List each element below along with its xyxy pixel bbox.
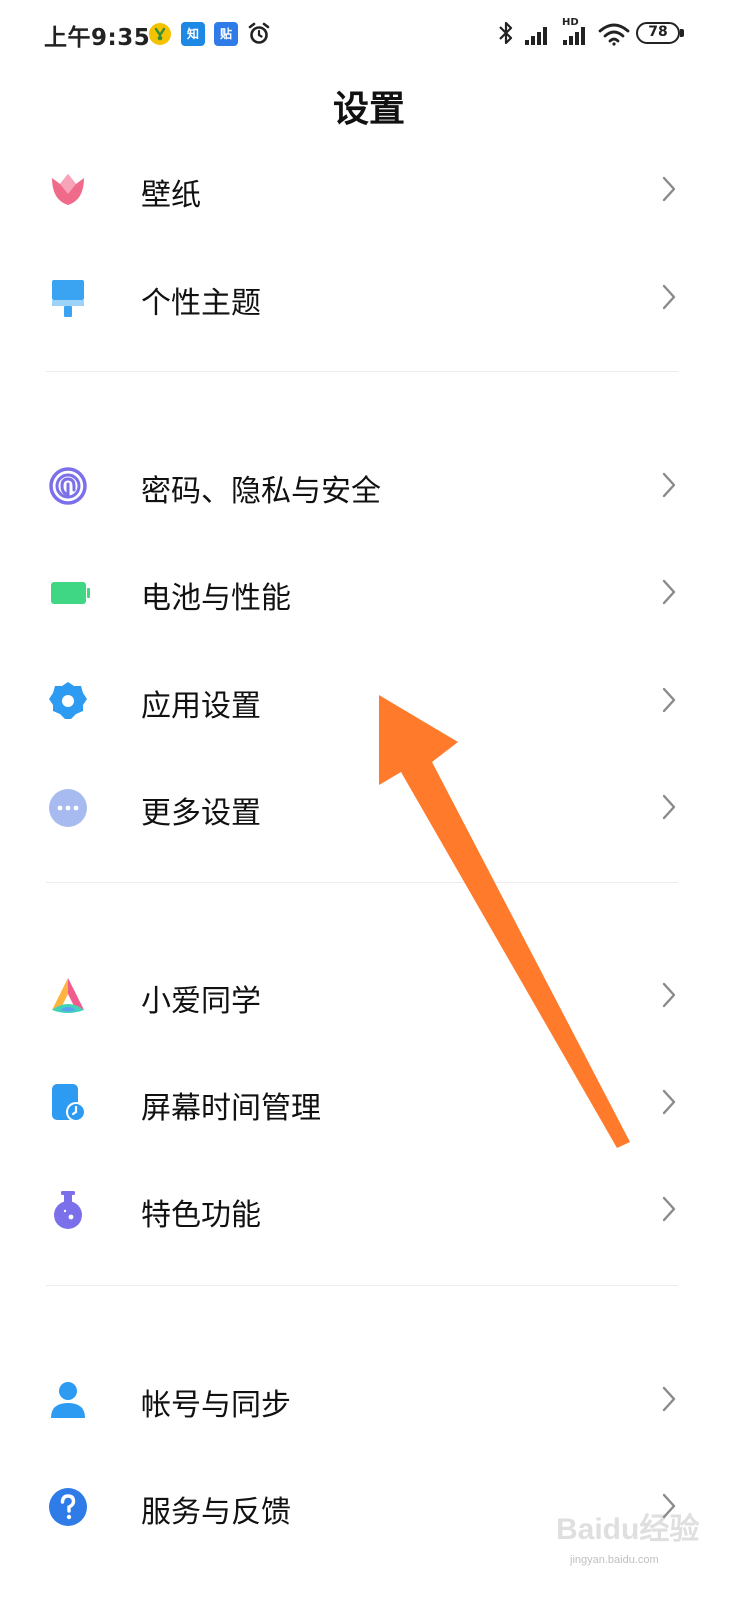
settings-item-xiaoai[interactable]: 小爱同学 <box>0 944 738 1044</box>
battery-cap <box>680 29 684 37</box>
settings-item-label: 更多设置 <box>141 796 261 831</box>
settings-item-label: 壁纸 <box>141 178 201 213</box>
music-icon <box>149 23 171 45</box>
settings-item-more-settings[interactable]: 更多设置 <box>0 756 738 856</box>
watermark-subtext: jingyan.baidu.com <box>570 1554 659 1566</box>
chevron-right-icon <box>662 284 676 310</box>
battery-indicator: 78 <box>636 22 680 44</box>
status-bar: 上午9:35 知 贴 HD 78 <box>0 0 738 70</box>
settings-item-label: 小爱同学 <box>141 984 261 1019</box>
settings-item-wallpaper[interactable]: 壁纸 <box>0 138 738 238</box>
settings-item-label: 帐号与同步 <box>141 1388 291 1423</box>
section-divider <box>46 1285 678 1286</box>
bluetooth-icon <box>499 21 513 45</box>
chevron-right-icon <box>662 794 676 820</box>
account-icon <box>51 1382 85 1418</box>
battery-icon <box>51 582 90 604</box>
settings-item-label: 电池与性能 <box>141 581 291 616</box>
watermark-text: Baidu经验 <box>556 1513 700 1546</box>
settings-item-label: 密码、隐私与安全 <box>141 474 381 509</box>
settings-item-privacy-security[interactable]: 密码、隐私与安全 <box>0 434 738 534</box>
settings-item-screen-time[interactable]: 屏幕时间管理 <box>0 1051 738 1151</box>
signal-strength-icon <box>525 27 547 45</box>
chevron-right-icon <box>662 472 676 498</box>
settings-item-account-sync[interactable]: 帐号与同步 <box>0 1348 738 1448</box>
settings-item-battery[interactable]: 电池与性能 <box>0 541 738 641</box>
status-time: 上午9:35 <box>44 25 151 51</box>
zhihu-icon: 知 <box>181 22 205 46</box>
section-divider <box>46 371 678 372</box>
fingerprint-icon <box>49 467 87 505</box>
chevron-right-icon <box>662 1196 676 1222</box>
wifi-icon <box>598 23 630 46</box>
baidu-watermark: Baidu经验 jingyan.baidu.com <box>556 1488 706 1578</box>
signal-strength-icon-2 <box>563 27 585 45</box>
chevron-right-icon <box>662 176 676 202</box>
theme-brush-icon <box>52 280 84 317</box>
alarm-icon <box>248 22 270 44</box>
chevron-right-icon <box>662 579 676 605</box>
settings-item-label: 个性主题 <box>141 286 261 321</box>
wallpaper-tulip-icon <box>52 174 84 205</box>
settings-item-label: 特色功能 <box>141 1198 261 1233</box>
settings-item-label: 服务与反馈 <box>141 1495 291 1530</box>
chevron-right-icon <box>662 1089 676 1115</box>
settings-item-theme[interactable]: 个性主题 <box>0 246 738 346</box>
chevron-right-icon <box>662 1386 676 1412</box>
xiaoai-icon <box>52 978 84 1013</box>
chevron-right-icon <box>662 687 676 713</box>
settings-item-special-features[interactable]: 特色功能 <box>0 1158 738 1258</box>
chevron-right-icon <box>662 982 676 1008</box>
page-title: 设置 <box>332 89 405 130</box>
screen-time-icon <box>52 1084 86 1122</box>
section-divider <box>46 882 678 883</box>
help-icon <box>49 1488 87 1526</box>
settings-item-label: 屏幕时间管理 <box>141 1091 321 1126</box>
tieba-icon: 贴 <box>214 22 238 46</box>
more-dots-icon <box>49 789 87 827</box>
settings-item-label: 应用设置 <box>141 689 261 724</box>
settings-item-app-settings[interactable]: 应用设置 <box>0 649 738 749</box>
gear-icon <box>49 682 87 719</box>
flask-icon <box>54 1191 82 1229</box>
